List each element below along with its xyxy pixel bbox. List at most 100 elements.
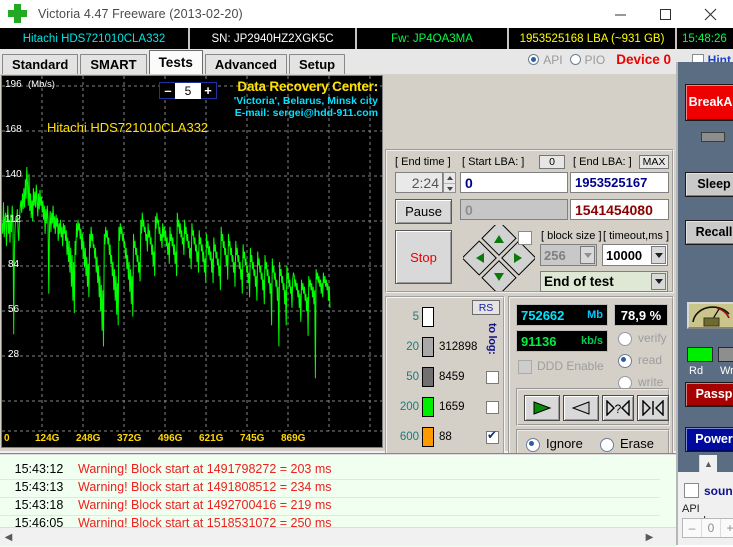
legend-swatch-50	[422, 367, 434, 387]
log-message: Warning! Block start at 1491808512 = 234…	[78, 480, 332, 494]
y-tick-84: 84	[8, 259, 20, 270]
legend-row-600: 600 88	[391, 424, 503, 450]
passport-button[interactable]: Passp	[685, 382, 733, 407]
log-horizontal-scrollbar[interactable]: ◀ ▶	[0, 527, 676, 546]
scan-icon[interactable]: ?	[602, 395, 634, 421]
test-controls-panel: [ End time ] [ Start LBA: ] 0 [ End LBA:…	[385, 149, 674, 296]
recall-button[interactable]: Recall	[685, 220, 733, 245]
radio-verify-label: verify	[638, 331, 667, 345]
start-lba-zero-button[interactable]: 0	[539, 155, 565, 169]
end-lba-max-button[interactable]: MAX	[639, 155, 669, 169]
x-tick-745g: 745G	[240, 433, 265, 444]
legend-swatch-20	[422, 337, 434, 357]
tab-bar: Standard SMART Tests Advanced Setup API …	[0, 49, 733, 75]
radio-pio[interactable]	[569, 54, 581, 65]
maximize-icon[interactable]	[643, 0, 688, 28]
log-message: Warning! Block start at 1492700416 = 219…	[78, 498, 332, 512]
data-recovery-banner: Data Recovery Center: 'Victoria', Belaru…	[234, 79, 378, 120]
ddd-enable-checkbox	[518, 360, 532, 374]
chevron-up-icon[interactable]: ▲	[700, 455, 717, 472]
legend-count-50: 8459	[439, 371, 465, 383]
speed-value: 91136	[521, 333, 557, 349]
dpad-lock-checkbox[interactable]	[518, 231, 532, 245]
chevron-right-icon[interactable]: ▶	[641, 528, 658, 546]
legend-checkbox-200[interactable]	[486, 401, 499, 414]
sleep-button[interactable]: Sleep	[685, 172, 733, 197]
zoom-value-input[interactable]: 5	[175, 82, 201, 99]
seek-icon[interactable]	[637, 395, 669, 421]
legend-checkbox-600[interactable]	[486, 428, 499, 444]
legend-checkbox-50[interactable]	[486, 371, 499, 384]
radio-verify[interactable]	[618, 332, 632, 346]
y-tick-168: 168	[5, 124, 22, 135]
sound-toggle[interactable]: sound	[684, 483, 733, 498]
stop-button[interactable]: Stop	[395, 230, 452, 284]
timeout-combo[interactable]: 10000	[602, 244, 668, 266]
radio-erase[interactable]	[600, 438, 614, 452]
end-time-spinner[interactable]	[443, 172, 456, 193]
api-value[interactable]: 0	[702, 519, 721, 537]
api-minus-button[interactable]: –	[683, 519, 702, 537]
start-lba-input[interactable]: 0	[460, 172, 568, 193]
led-slot	[701, 132, 725, 142]
rd-label: Rd	[689, 365, 704, 377]
end-action-chevron-down-icon[interactable]	[651, 273, 666, 290]
play-icon[interactable]	[524, 395, 560, 421]
processed-unit: Mb	[587, 309, 603, 321]
sound-checkbox[interactable]	[684, 483, 699, 498]
radio-read-label: read	[638, 353, 663, 367]
current-lba-disabled: 0	[460, 199, 568, 220]
tab-advanced[interactable]: Advanced	[204, 54, 287, 74]
close-icon[interactable]	[688, 0, 733, 28]
end-action-value: End of test	[544, 274, 614, 289]
clock: 15:48:26	[682, 32, 727, 45]
device-number-label: Device 0	[616, 52, 671, 67]
radio-ignore-label: Ignore	[546, 436, 583, 451]
tab-tests[interactable]: Tests	[148, 50, 203, 74]
tests-work-area: (Mb/s) 196 168 140 112 84 56 28 0 124G 2…	[0, 74, 676, 522]
window-title: Victoria 4.47 Freeware (2013-02-20)	[38, 7, 243, 21]
power-button[interactable]: Power	[685, 427, 733, 452]
speed-lcd: 91136 kb/s	[516, 330, 608, 352]
victoria-app-window: Victoria 4.47 Freeware (2013-02-20) Hita…	[0, 0, 733, 547]
radio-ignore[interactable]	[526, 438, 540, 452]
minimize-icon[interactable]	[598, 0, 643, 28]
y-tick-56: 56	[8, 304, 20, 315]
gauge-icon	[687, 302, 733, 329]
reverse-icon[interactable]	[563, 395, 599, 421]
tab-standard[interactable]: Standard	[2, 54, 79, 74]
wr-label: Wr	[720, 365, 733, 377]
block-size-label: [ block size ]	[541, 230, 602, 242]
end-action-combo[interactable]: End of test	[540, 271, 668, 292]
x-tick-869g: 869G	[281, 433, 306, 444]
tab-smart[interactable]: SMART	[80, 54, 147, 74]
break-all-button[interactable]: Break All	[685, 84, 733, 121]
speed-graph[interactable]: (Mb/s) 196 168 140 112 84 56 28 0 124G 2…	[1, 75, 383, 448]
graph-zoom-control[interactable]: – 5 +	[159, 82, 217, 99]
banner-line-3: E-mail: sergei@hdd-911.com	[234, 107, 378, 120]
end-lba-input[interactable]: 1953525167	[570, 172, 669, 193]
legend-row-5: 5	[391, 304, 503, 330]
legend-count-20: 312898	[439, 341, 478, 353]
radio-read[interactable]	[618, 354, 632, 368]
legend-row-50: 50 8459	[391, 364, 503, 390]
drive-serial: SN: JP2940HZ2XGK5C	[190, 28, 357, 49]
x-tick-372g: 372G	[117, 433, 142, 444]
chevron-left-icon[interactable]: ◀	[0, 528, 17, 546]
radio-api-label: API	[543, 52, 563, 67]
zoom-minus-button[interactable]: –	[161, 83, 175, 98]
zoom-plus-button[interactable]: +	[201, 83, 215, 98]
timeout-chevron-down-icon[interactable]	[651, 246, 666, 264]
api-plus-button[interactable]: +	[721, 519, 733, 537]
y-tick-196: 196	[5, 79, 22, 90]
rd-led	[687, 347, 713, 362]
block-size-value: 256	[544, 248, 566, 263]
radio-api[interactable]	[528, 54, 540, 65]
tab-setup[interactable]: Setup	[288, 54, 346, 74]
api-number-stepper[interactable]: – 0 +	[682, 518, 733, 538]
log-time: 15:43:13	[14, 480, 64, 494]
banner-line-1: Data Recovery Center:	[237, 79, 378, 94]
legend-threshold-20: 20	[406, 341, 419, 353]
pause-button[interactable]: Pause	[395, 199, 452, 224]
break-all-label-1: Break	[688, 95, 724, 109]
